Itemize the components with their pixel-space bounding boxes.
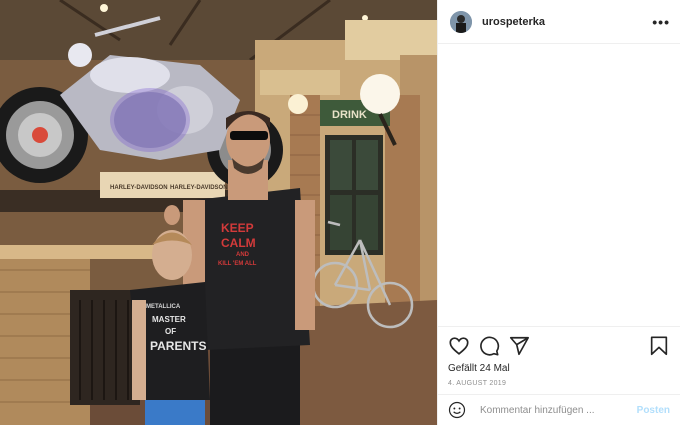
likes-count[interactable]: Gefällt 24 Mal — [448, 363, 670, 374]
boy-shirt-master: MASTER — [152, 315, 186, 324]
username[interactable]: urospeterka — [482, 16, 652, 28]
comments-area — [438, 44, 680, 326]
man-shirt-and: AND — [236, 252, 250, 258]
bookmark-icon[interactable] — [648, 335, 670, 357]
boy-shirt-parents: PARENTS — [150, 339, 206, 353]
box-label-right: HARLEY-DAVIDSON — [170, 185, 228, 191]
post-date[interactable]: 4. AUGUST 2019 — [448, 380, 670, 387]
man-shirt-kill: KILL 'EM ALL — [218, 261, 257, 267]
comment-input[interactable] — [478, 403, 637, 417]
post-side-panel: urospeterka ••• Gefällt 24 Mal 4. AUGUST… — [437, 0, 680, 425]
share-icon[interactable] — [508, 335, 530, 357]
post-photo[interactable]: DRINK HARLEY-DAVIDSON HARLEY-DAVIDSON KE… — [0, 0, 437, 425]
man-shirt-calm: CALM — [221, 236, 256, 250]
more-options-icon[interactable]: ••• — [652, 14, 670, 30]
emoji-icon[interactable] — [448, 401, 466, 419]
post-actions: Gefällt 24 Mal 4. AUGUST 2019 — [438, 326, 680, 387]
comment-bar: Posten — [438, 394, 680, 425]
comment-icon[interactable] — [478, 335, 500, 357]
box-label-left: HARLEY-DAVIDSON — [110, 185, 168, 191]
boy-shirt-band: METALLICA — [146, 304, 181, 310]
man-shirt-keep: KEEP — [221, 221, 254, 235]
post-header: urospeterka ••• — [438, 0, 680, 44]
boy-shirt-of: OF — [165, 327, 176, 336]
post-comment-button[interactable]: Posten — [637, 405, 670, 416]
drink-sign: DRINK — [332, 109, 367, 121]
heart-icon[interactable] — [448, 335, 470, 357]
avatar[interactable] — [450, 10, 472, 33]
